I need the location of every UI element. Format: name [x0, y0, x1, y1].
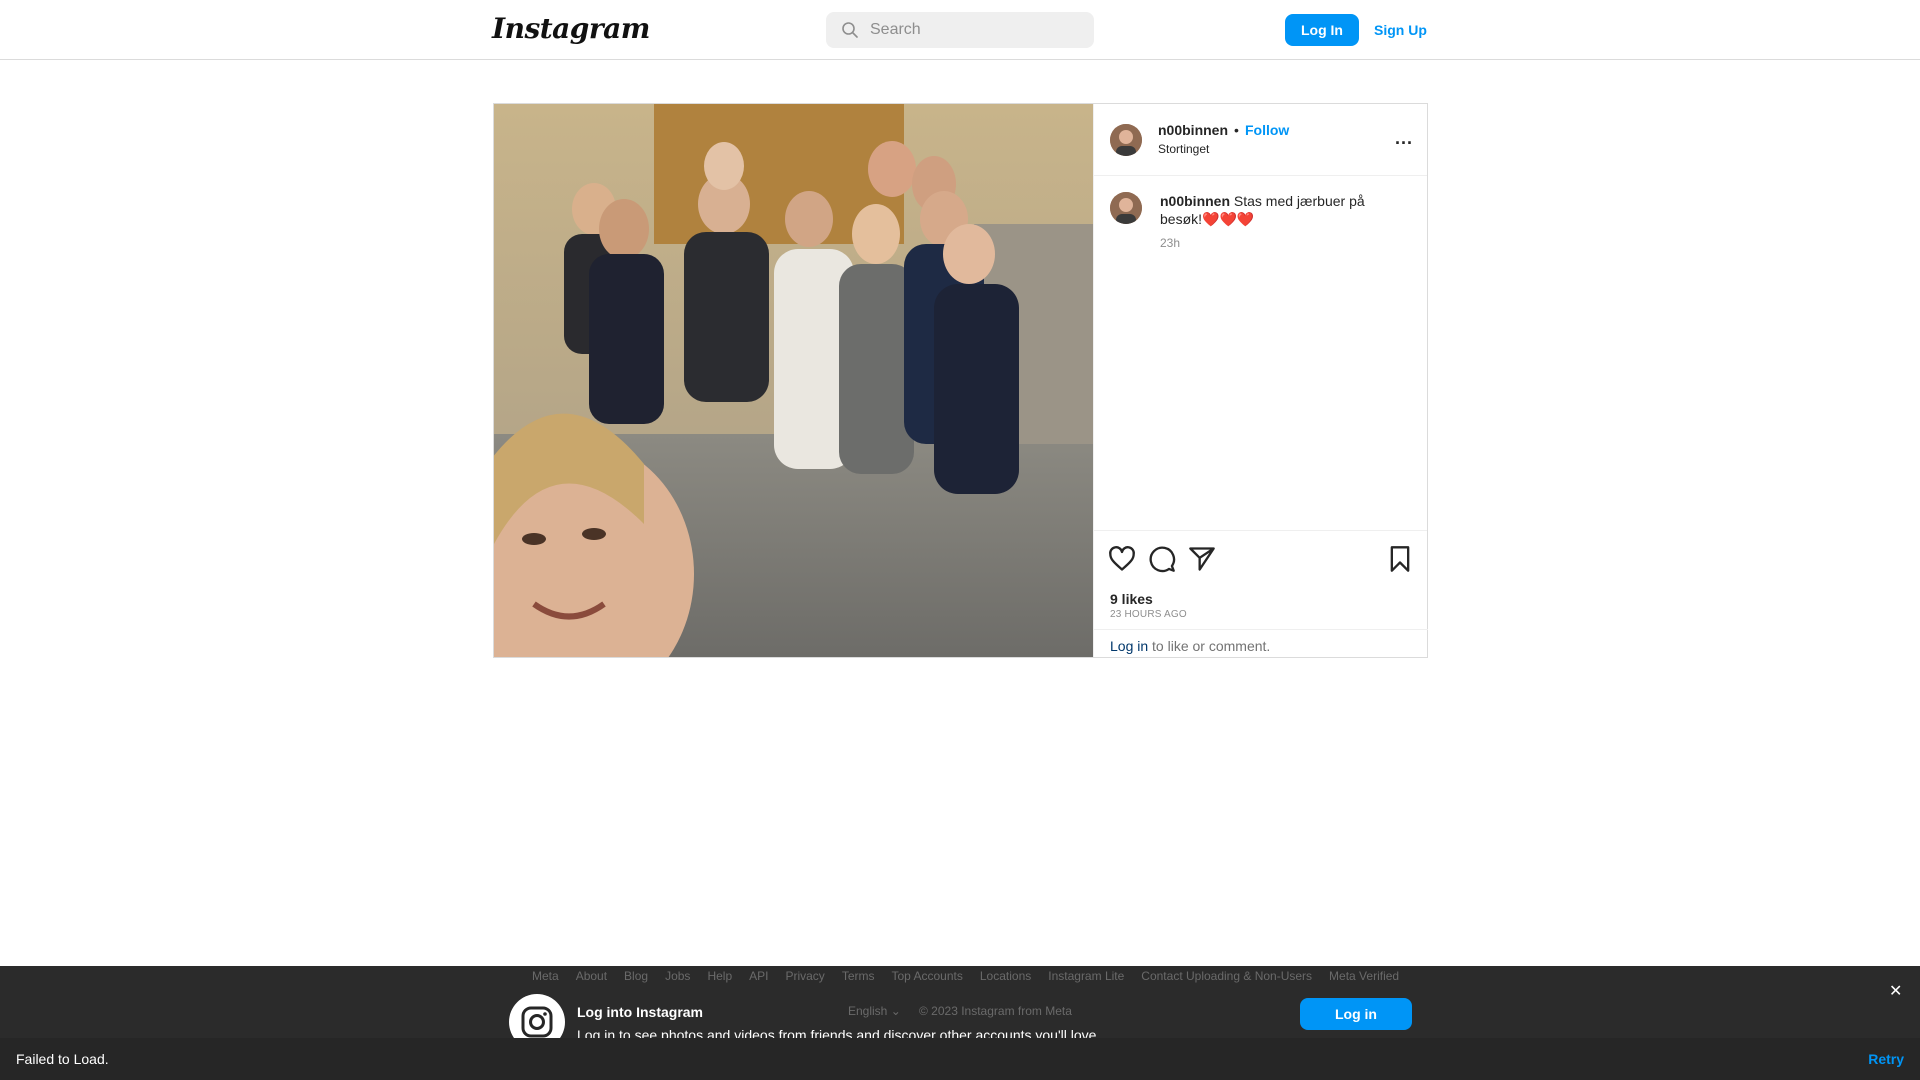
- share-icon[interactable]: [1188, 545, 1216, 573]
- footer-link[interactable]: About: [576, 969, 607, 983]
- caption-time: 23h: [1160, 236, 1181, 250]
- login-button[interactable]: Log In: [1285, 14, 1359, 46]
- footer-link[interactable]: API: [749, 969, 768, 983]
- more-icon[interactable]: ...: [1395, 128, 1413, 149]
- signup-link[interactable]: Sign Up: [1374, 22, 1427, 38]
- post-card: n00binnen • Follow Stortinget ... n00bin…: [493, 103, 1428, 658]
- follow-button[interactable]: Follow: [1245, 122, 1289, 138]
- login-link[interactable]: Log in: [1110, 638, 1148, 654]
- bookmark-icon[interactable]: [1386, 545, 1414, 573]
- banner-title: Log into Instagram: [577, 1004, 703, 1020]
- post-actions: 9 likes 23 HOURS AGO: [1094, 531, 1427, 631]
- search-input[interactable]: [870, 21, 1070, 39]
- language-select[interactable]: English ⌄: [848, 1004, 901, 1018]
- copyright: © 2023 Instagram from Meta: [919, 1004, 1072, 1018]
- footer-link[interactable]: Instagram Lite: [1048, 969, 1124, 983]
- search-icon: [842, 22, 858, 38]
- comment-icon[interactable]: [1148, 545, 1176, 573]
- post-location[interactable]: Stortinget: [1158, 142, 1209, 156]
- group-photo-image: [494, 104, 1093, 657]
- footer-link[interactable]: Meta: [532, 969, 559, 983]
- retry-button[interactable]: Retry: [1868, 1051, 1904, 1067]
- footer-links: Meta About Blog Jobs Help API Privacy Te…: [532, 969, 1399, 983]
- likes-count[interactable]: 9 likes: [1110, 591, 1153, 607]
- footer-link[interactable]: Help: [707, 969, 732, 983]
- footer-link[interactable]: Contact Uploading & Non-Users: [1141, 969, 1312, 983]
- footer-link[interactable]: Terms: [842, 969, 875, 983]
- footer-link[interactable]: Meta Verified: [1329, 969, 1399, 983]
- footer-link[interactable]: Jobs: [665, 969, 690, 983]
- toast-message: Failed to Load.: [16, 1051, 109, 1067]
- avatar[interactable]: [1110, 124, 1142, 156]
- footer-link[interactable]: Privacy: [785, 969, 824, 983]
- caption-avatar[interactable]: [1110, 192, 1142, 224]
- caption-username[interactable]: n00binnen: [1160, 193, 1230, 209]
- separator-dot: •: [1234, 122, 1239, 138]
- top-nav: Instagram Log In Sign Up: [0, 0, 1920, 60]
- footer-link[interactable]: Blog: [624, 969, 648, 983]
- login-prompt-text: to like or comment.: [1148, 638, 1271, 654]
- banner-login-button[interactable]: Log in: [1300, 998, 1412, 1030]
- post-username[interactable]: n00binnen: [1158, 122, 1228, 138]
- heart-icon[interactable]: [1108, 545, 1136, 573]
- post-header: n00binnen • Follow Stortinget ...: [1094, 104, 1427, 176]
- search-box[interactable]: [826, 12, 1094, 48]
- caption-section: n00binnen Stas med jærbuer på besøk!❤️❤️…: [1094, 176, 1427, 531]
- instagram-logo[interactable]: Instagram: [492, 12, 650, 45]
- error-toast: Failed to Load. Retry: [0, 1038, 1920, 1080]
- post-photo[interactable]: [494, 104, 1093, 657]
- caption-text: n00binnen Stas med jærbuer på besøk!❤️❤️…: [1160, 192, 1400, 228]
- post-timestamp: 23 HOURS AGO: [1110, 609, 1187, 620]
- footer-link[interactable]: Locations: [980, 969, 1031, 983]
- footer-link[interactable]: Top Accounts: [891, 969, 962, 983]
- login-prompt: Log in to like or comment.: [1094, 629, 1428, 657]
- post-sidebar: n00binnen • Follow Stortinget ... n00bin…: [1093, 104, 1428, 657]
- close-icon[interactable]: ✕: [1889, 981, 1902, 1001]
